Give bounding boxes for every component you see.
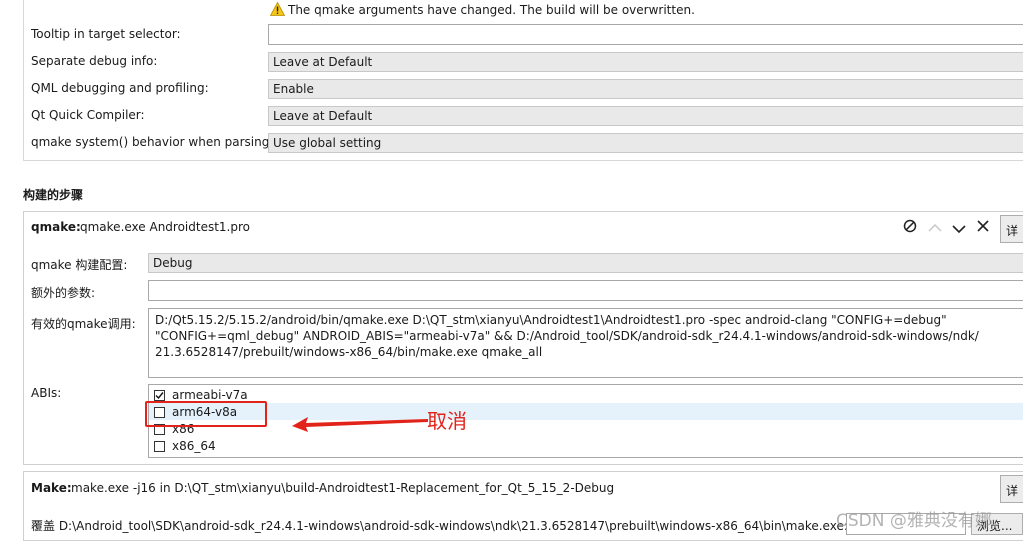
effective-call-line-3: 21.3.6528147/prebuilt/windows-x86_64/bin… <box>155 345 543 359</box>
make-step-title-bold: Make: <box>31 481 72 495</box>
setting-label-quick-compiler: Qt Quick Compiler: <box>31 108 145 122</box>
abi-label-x86-64: x86_64 <box>172 439 216 453</box>
settings-box-bottom <box>23 160 1023 161</box>
setting-label-debug-info: Separate debug info: <box>31 54 158 68</box>
move-up-icon[interactable] <box>928 221 942 237</box>
warning-triangle-icon <box>269 1 286 16</box>
disable-step-icon[interactable] <box>903 219 917 237</box>
move-down-icon[interactable] <box>952 222 966 238</box>
tooltip-field[interactable] <box>268 24 1023 45</box>
effective-call-line-2: "CONFIG+=qml_debug" ANDROID_ABIS="armeab… <box>155 329 979 343</box>
annotation-highlight-box <box>145 401 267 427</box>
annotation-arrow <box>292 413 428 436</box>
extra-args-input[interactable] <box>148 280 1023 301</box>
remove-step-icon[interactable] <box>977 220 989 236</box>
effective-call-line-1: D:/Qt5.15.2/5.15.2/android/bin/qmake.exe… <box>155 313 947 327</box>
abi-checkbox-x86-64[interactable] <box>154 441 165 452</box>
watermark: CSDN @雅典没有娜 <box>836 511 992 531</box>
quick-compiler-select[interactable]: Leave at Default <box>268 106 1023 126</box>
build-steps-heading: 构建的步骤 <box>23 188 84 202</box>
warning-text: The qmake arguments have changed. The bu… <box>288 3 695 17</box>
qmake-step-title-bold: qmake: <box>31 220 81 234</box>
setting-label-qml-debugging: QML debugging and profiling: <box>31 81 209 95</box>
abi-row-highlight <box>149 403 1023 420</box>
qmake-config-label: qmake 构建配置: <box>31 258 128 272</box>
make-step-title: make.exe -j16 in D:\QT_stm\xianyu\build-… <box>71 481 615 495</box>
make-override-label: 覆盖 D:\Android_tool\SDK\android-sdk_r24.4… <box>31 519 848 533</box>
qmake-system-behavior-select[interactable]: Use global setting <box>268 133 1023 153</box>
effective-call-label: 有效的qmake调用: <box>31 317 136 331</box>
abi-checkbox-armeabi-v7a[interactable] <box>154 390 165 401</box>
settings-box-border <box>23 0 24 160</box>
setting-label-tooltip: Tooltip in target selector: <box>31 27 181 41</box>
qml-debugging-select[interactable]: Enable <box>268 79 1023 99</box>
abi-label-armeabi-v7a: armeabi-v7a <box>172 388 248 402</box>
qmake-config-select[interactable]: Debug <box>148 253 1023 273</box>
annotation-text: 取消 <box>427 409 467 433</box>
separate-debug-info-select[interactable]: Leave at Default <box>268 52 1023 72</box>
abis-label: ABIs: <box>31 386 62 400</box>
qmake-details-button[interactable]: 详 <box>1000 215 1023 243</box>
make-details-button[interactable]: 详 <box>1000 475 1023 503</box>
setting-label-qmake-system: qmake system() behavior when parsing: <box>31 135 274 149</box>
extra-args-label: 额外的参数: <box>31 286 96 300</box>
qmake-step-title: qmake.exe Androidtest1.pro <box>80 220 250 234</box>
abis-list[interactable] <box>148 384 1023 458</box>
